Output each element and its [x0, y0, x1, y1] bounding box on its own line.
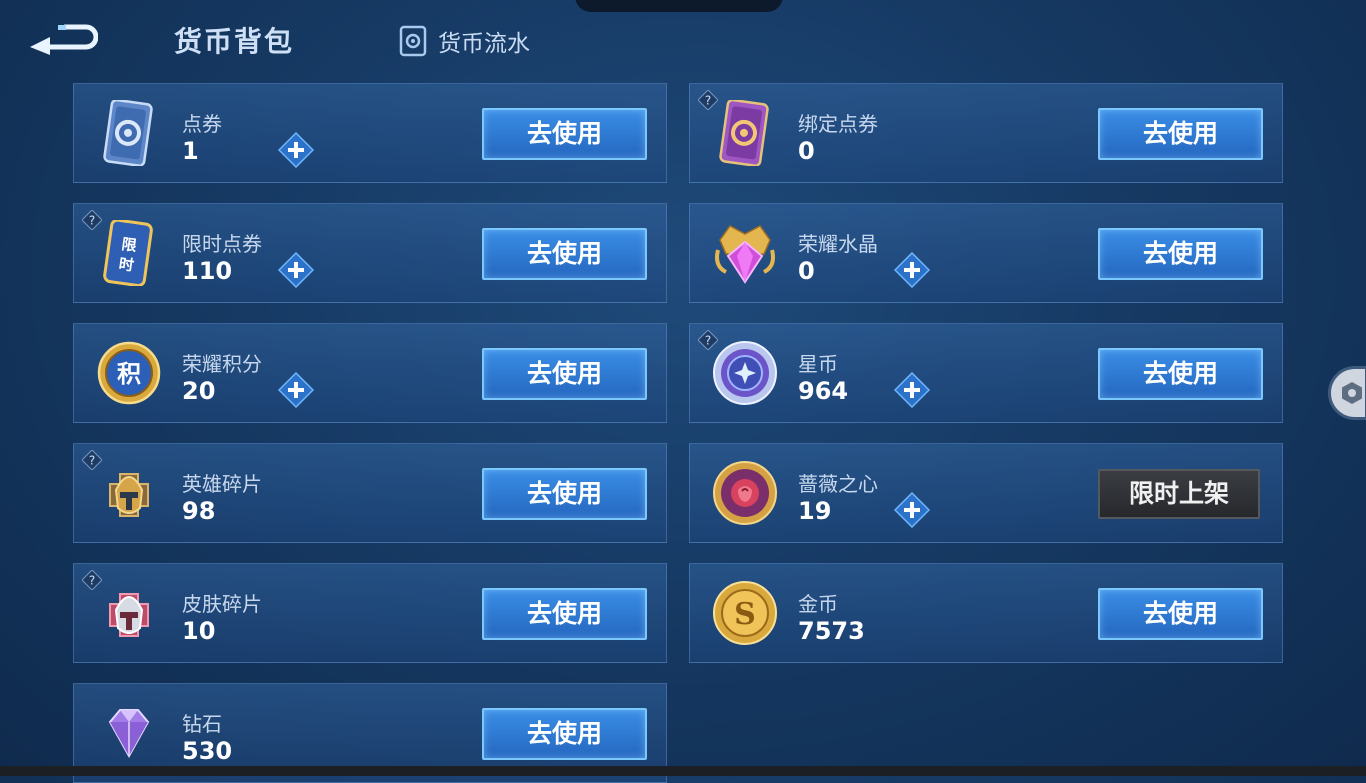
limited-coupon-icon: 限 时 [103, 220, 153, 286]
currency-flow-link[interactable]: 货币流水 [398, 24, 530, 58]
currency-name: 英雄碎片 [182, 472, 262, 496]
currency-card-gold-coin: S 金币 7573 去使用 [689, 563, 1283, 663]
currency-card-glory-crystal: 荣耀水晶 0 去使用 [689, 203, 1283, 303]
hero-fragment-icon [109, 473, 149, 517]
currency-name: 荣耀水晶 [798, 232, 878, 256]
currency-amount: 10 [182, 617, 216, 645]
bound-coupon-card-icon [719, 100, 769, 166]
currency-flow-icon [399, 25, 427, 57]
currency-amount: 530 [182, 737, 233, 765]
currency-name: 钻石 [182, 712, 222, 736]
currency-amount: 19 [798, 497, 832, 525]
svg-text:限: 限 [120, 235, 137, 255]
currency-name: 星币 [798, 352, 838, 376]
currency-card-bound-dianquan: ? 绑定点券 0 去使用 [689, 83, 1283, 183]
use-glory-points-button[interactable]: 去使用 [482, 348, 647, 400]
svg-text:S: S [734, 597, 756, 632]
limited-listing-button[interactable]: 限时上架 [1098, 469, 1260, 519]
star-coin-icon [713, 341, 777, 405]
currency-amount: 1 [182, 137, 199, 165]
top-notch [575, 0, 783, 12]
use-skin-fragment-button[interactable]: 去使用 [482, 588, 647, 640]
svg-text:?: ? [89, 574, 95, 588]
currency-card-glory-points: 积 荣耀积分 20 去使用 [73, 323, 667, 423]
currency-amount: 98 [182, 497, 216, 525]
rose-heart-icon [713, 461, 777, 525]
add-limited-dianquan-button[interactable] [278, 252, 314, 288]
currency-name: 荣耀积分 [182, 352, 262, 376]
currency-card-rose-heart: 蔷薇之心 19 限时上架 [689, 443, 1283, 543]
back-arrow-icon [30, 24, 99, 55]
currency-card-star-coin: ? 星币 964 去使用 [689, 323, 1283, 423]
add-glory-crystal-button[interactable] [894, 252, 930, 288]
currency-name: 绑定点券 [798, 112, 878, 136]
svg-text:积: 积 [117, 360, 141, 388]
add-glory-points-button[interactable] [278, 372, 314, 408]
currency-amount: 0 [798, 257, 815, 285]
currency-name: 金币 [798, 592, 838, 616]
currency-name: 点券 [182, 112, 222, 136]
currency-name: 限时点券 [182, 232, 262, 256]
svg-text:?: ? [705, 334, 711, 348]
bottom-bar [0, 766, 1366, 776]
currency-card-skin-fragment: ? 皮肤碎片 10 去使用 [73, 563, 667, 663]
gold-coin-icon: S [713, 581, 777, 645]
hexagon-icon [1342, 382, 1362, 404]
currency-card-dianquan: 点券 1 去使用 [73, 83, 667, 183]
currency-amount: 7573 [798, 617, 865, 645]
currency-amount: 110 [182, 257, 233, 285]
currency-amount: 0 [798, 137, 815, 165]
skin-fragment-icon [109, 593, 149, 637]
svg-text:时: 时 [118, 255, 135, 275]
svg-text:?: ? [89, 454, 95, 468]
glory-crystal-icon [715, 225, 775, 284]
add-rose-heart-button[interactable] [894, 492, 930, 528]
add-star-coin-button[interactable] [894, 372, 930, 408]
coupon-card-icon [103, 100, 153, 166]
back-button[interactable] [28, 22, 99, 56]
use-glory-crystal-button[interactable]: 去使用 [1098, 228, 1263, 280]
currency-amount: 964 [798, 377, 849, 405]
use-limited-dianquan-button[interactable]: 去使用 [482, 228, 647, 280]
use-hero-fragment-button[interactable]: 去使用 [482, 468, 647, 520]
svg-text:?: ? [705, 94, 711, 108]
currency-name: 蔷薇之心 [798, 472, 878, 496]
svg-text:?: ? [89, 214, 95, 228]
currency-card-limited-dianquan: ? 限 时 限时点券 110 去使用 [73, 203, 667, 303]
use-bound-dianquan-button[interactable]: 去使用 [1098, 108, 1263, 160]
add-dianquan-button[interactable] [278, 132, 314, 168]
glory-points-icon: 积 [97, 341, 161, 405]
use-dianquan-button[interactable]: 去使用 [482, 108, 647, 160]
currency-name: 皮肤碎片 [182, 592, 262, 616]
currency-card-hero-fragment: ? 英雄碎片 98 去使用 [73, 443, 667, 543]
use-gold-coin-button[interactable]: 去使用 [1098, 588, 1263, 640]
side-drawer-tab[interactable] [1328, 366, 1366, 420]
use-diamond-button[interactable]: 去使用 [482, 708, 647, 760]
currency-amount: 20 [182, 377, 216, 405]
page-title: 货币背包 [174, 25, 295, 58]
currency-flow-label: 货币流水 [438, 31, 530, 57]
diamond-icon [108, 709, 150, 759]
use-star-coin-button[interactable]: 去使用 [1098, 348, 1263, 400]
